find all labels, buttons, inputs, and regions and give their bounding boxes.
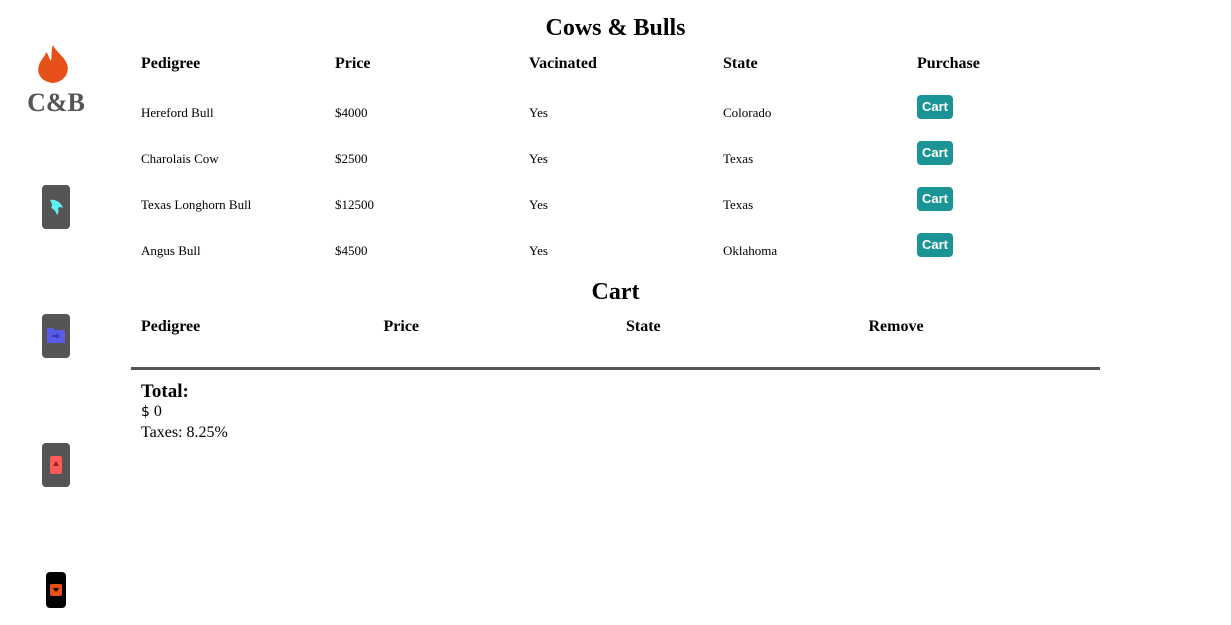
header-purchase: Purchase [917,55,980,72]
down-arrow-icon [50,584,62,596]
cell-pedigree: Texas Longhorn Bull [141,197,252,212]
table-row: Texas Longhorn Bull $12500 Yes Texas Car… [141,187,1111,213]
folder-button[interactable] [42,314,70,358]
table-row: Angus Bull $4500 Yes Oklahoma Cart [141,233,1111,259]
cell-price: $4500 [335,243,368,258]
cart-divider [131,367,1100,370]
cell-pedigree: Charolais Cow [141,151,219,166]
add-to-cart-button[interactable]: Cart [917,141,954,165]
total-label: Total: [141,381,189,402]
cell-vaccinated: Yes [529,151,548,166]
cart-header-remove: Remove [868,318,924,335]
cart-header-price: Price [383,318,420,335]
cell-state: Oklahoma [723,243,778,258]
add-to-cart-button[interactable]: Cart [917,233,954,257]
card-button[interactable] [42,443,70,487]
header-pedigree: Pedigree [141,55,201,72]
cart-header-row: Pedigree Price State Remove [141,318,1111,336]
flame-logo-icon [38,45,68,83]
folder-icon [47,328,65,343]
down-button[interactable] [46,572,66,608]
cell-pedigree: Angus Bull [141,243,201,258]
currency-symbol: $ [141,404,150,420]
header-state: State [723,55,758,72]
cell-price: $2500 [335,151,368,166]
header-vaccinated: Vacinated [529,55,597,72]
add-to-cart-button[interactable]: Cart [917,95,954,119]
cell-vaccinated: Yes [529,197,548,212]
cart-header-pedigree: Pedigree [141,318,201,335]
table-row: Hereford Bull $4000 Yes Colorado Cart [141,95,1111,121]
dolphin-icon [50,199,63,215]
cart-header-state: State [626,318,661,335]
total-value: $0 [141,403,162,421]
cell-pedigree: Hereford Bull [141,105,214,120]
sidebar: C&B [0,0,112,625]
page-title: Cows & Bulls [545,15,686,41]
add-to-cart-button[interactable]: Cart [917,187,954,211]
cell-vaccinated: Yes [529,105,548,120]
dolphin-button[interactable] [42,185,70,229]
table-row: Charolais Cow $2500 Yes Texas Cart [141,141,1111,167]
cart-title: Cart [591,279,640,305]
cell-state: Texas [723,151,754,166]
listing-header-row: Pedigree Price Vacinated State Purchase [141,55,1111,73]
cell-price: $4000 [335,105,368,120]
logo-text: C&B [27,88,85,117]
header-price: Price [335,55,371,72]
cell-state: Colorado [723,105,772,120]
cell-vaccinated: Yes [529,243,548,258]
card-icon [50,456,62,474]
total-amount: 0 [153,403,162,420]
cell-state: Texas [723,197,754,212]
taxes-text: Taxes: 8.25% [141,424,228,441]
cell-price: $12500 [335,197,374,212]
